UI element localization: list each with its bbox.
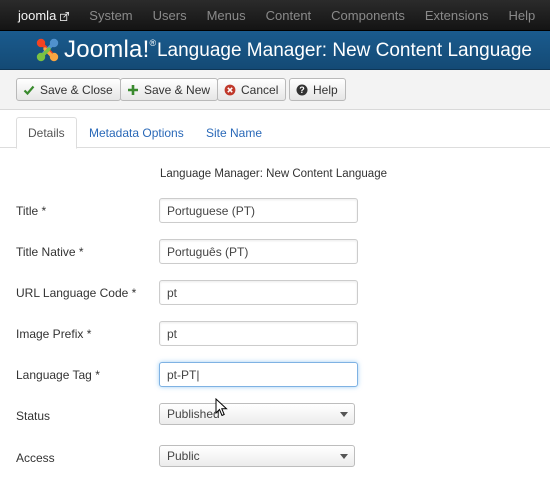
form-legend: Language Manager: New Content Language	[160, 168, 387, 180]
svg-text:?: ?	[299, 85, 305, 95]
cancel-circle-icon	[224, 84, 236, 95]
admin-menu-bar: joomla System Users Menus Content Compon…	[0, 0, 550, 31]
site-link[interactable]: joomla	[0, 8, 81, 23]
access-select[interactable]: Public	[159, 445, 355, 467]
status-label: Status	[16, 409, 51, 423]
toolbar: Save & Close Save & New Cancel ? Help	[0, 70, 550, 110]
nav-menus[interactable]: Menus	[197, 8, 256, 23]
status-selected-value: Published	[167, 407, 220, 421]
status-select[interactable]: Published	[159, 403, 355, 425]
access-selected-value: Public	[167, 449, 200, 463]
plus-icon	[128, 84, 138, 95]
logo-wordmark: Joomla!®	[64, 36, 157, 63]
chevron-down-icon	[340, 454, 348, 459]
title-native-label: Title Native *	[16, 245, 84, 259]
tab-details[interactable]: Details	[16, 117, 77, 149]
language-tag-field[interactable]	[159, 362, 358, 387]
page-title: Language Manager: New Content Language	[156, 40, 532, 61]
image-prefix-field[interactable]	[159, 321, 358, 346]
main-nav: System Users Menus Content Components Ex…	[81, 8, 545, 23]
chevron-down-icon	[340, 412, 348, 417]
help-label: Help	[313, 82, 338, 97]
nav-help[interactable]: Help	[498, 8, 545, 23]
joomla-logo-icon	[36, 38, 59, 62]
nav-extensions[interactable]: Extensions	[415, 8, 499, 23]
language-tag-label: Language Tag *	[16, 368, 100, 382]
nav-users[interactable]: Users	[143, 8, 197, 23]
question-circle-icon: ?	[296, 84, 308, 95]
joomla-logo: Joomla!®	[32, 35, 156, 65]
access-label: Access	[16, 451, 55, 465]
site-name-label: joomla	[18, 7, 57, 23]
title-native-field[interactable]	[159, 239, 358, 264]
save-new-button[interactable]: Save & New	[120, 78, 219, 101]
page-header: Joomla!® Language Manager: New Content L…	[0, 31, 550, 70]
tab-bar: Details Metadata Options Site Name	[0, 110, 550, 149]
cancel-button[interactable]: Cancel	[217, 78, 287, 101]
url-language-code-field[interactable]	[159, 280, 358, 305]
nav-system[interactable]: System	[81, 8, 142, 23]
tab-metadata-options[interactable]: Metadata Options	[78, 117, 195, 149]
save-close-button[interactable]: Save & Close	[16, 78, 121, 101]
save-new-label: Save & New	[144, 82, 211, 97]
external-link-icon	[60, 11, 70, 21]
image-prefix-label: Image Prefix *	[16, 327, 92, 341]
help-button[interactable]: ? Help	[289, 78, 346, 101]
nav-content[interactable]: Content	[256, 8, 322, 23]
cancel-label: Cancel	[241, 82, 279, 97]
checkmark-icon	[23, 85, 35, 95]
url-language-code-label: URL Language Code *	[16, 286, 137, 300]
title-field[interactable]	[159, 198, 358, 223]
nav-components[interactable]: Components	[321, 8, 415, 23]
tab-site-name[interactable]: Site Name	[195, 117, 273, 149]
title-label: Title *	[16, 204, 47, 218]
save-close-label: Save & Close	[40, 82, 113, 97]
